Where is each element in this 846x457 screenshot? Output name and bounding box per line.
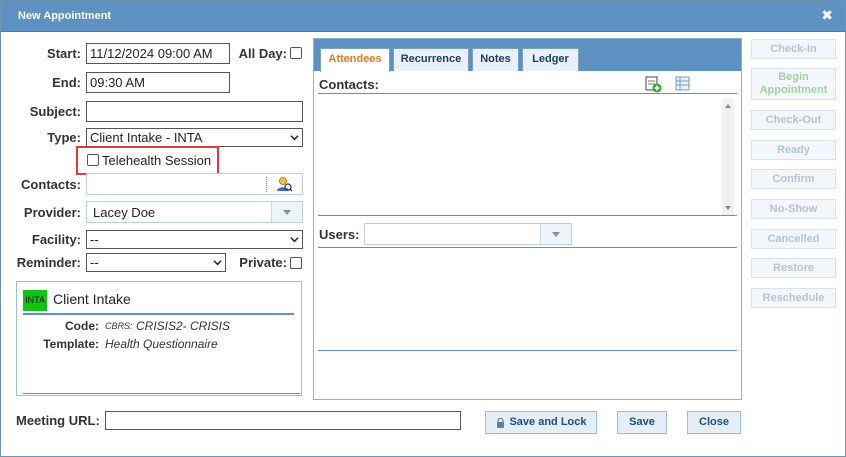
users-list[interactable] [318,248,737,350]
users-bottom-line [318,350,737,351]
tab-ledger[interactable]: Ledger [522,48,579,71]
tab-strip: Attendees Recurrence Notes Ledger [314,39,741,72]
provider-dropdown-button[interactable] [271,202,302,222]
save-and-lock-label: Save and Lock [509,416,587,428]
attendees-contacts-label: Contacts: [319,77,379,92]
allday-checkbox[interactable] [290,47,302,59]
start-datetime-input[interactable]: 11/12/2024 09:00 AM [86,43,230,64]
contacts-list-icon[interactable] [675,76,690,91]
private-checkbox[interactable] [290,257,302,269]
tab-notes[interactable]: Notes [472,48,519,71]
scroll-up-icon[interactable] [725,104,731,108]
tab-recurrence[interactable]: Recurrence [393,48,469,71]
attendees-tabpanel: Attendees Recurrence Notes Ledger Contac… [313,38,742,400]
contact-lookup-icon[interactable] [276,176,292,192]
contacts-divider [266,177,267,192]
chevron-down-icon [290,135,299,141]
ready-button[interactable]: Ready [751,140,836,160]
end-label: End: [52,75,81,90]
users-combobox[interactable] [364,223,572,245]
start-label: Start: [47,46,81,61]
new-appointment-dialog: New Appointment ✖ Start: 11/12/2024 09:0… [0,0,846,457]
meeting-url-label: Meeting URL: [16,413,100,428]
type-name: Client Intake [53,291,131,307]
tab-attendees[interactable]: Attendees [320,48,390,72]
facility-select[interactable]: -- [86,230,303,249]
check-in-button[interactable]: Check-In [751,39,836,59]
subject-input[interactable] [86,101,303,122]
template-label: Template: [43,337,99,351]
save-and-lock-button[interactable]: Save and Lock [485,411,597,434]
provider-value: Lacey Doe [93,205,156,220]
type-label: Type: [47,130,81,145]
type-select-value: Client Intake - INTA [90,130,203,145]
contacts-bottom-line [318,215,737,216]
add-contact-icon[interactable] [644,75,662,93]
reminder-select-value: -- [90,255,99,270]
contacts-input[interactable] [86,173,303,195]
facility-select-value: -- [90,232,99,247]
check-out-button[interactable]: Check-Out [751,110,836,130]
code-value: CRISIS2- CRISIS [136,319,231,333]
telehealth-label[interactable]: Telehealth Session [102,153,211,168]
telehealth-checkbox[interactable] [87,154,99,166]
lock-icon [497,418,504,428]
provider-label: Provider: [23,205,81,220]
dialog-title: New Appointment [18,10,112,22]
code-label: Code: [65,319,99,333]
reminder-label: Reminder: [16,255,81,270]
template-value: Health Questionnaire [105,337,218,351]
type-divider [23,313,294,315]
appointment-type-info: INTA Client Intake Code: CBRS: CRISIS2- … [16,281,302,396]
end-time-input[interactable]: 09:30 AM [86,72,230,93]
contacts-list[interactable] [318,94,737,215]
users-dropdown-button[interactable] [540,224,571,244]
subject-label: Subject: [29,104,81,119]
contacts-label: Contacts: [21,177,81,192]
infobox-bottom-line [23,393,300,394]
reschedule-button[interactable]: Reschedule [751,288,836,308]
chevron-down-icon [290,237,299,243]
save-button[interactable]: Save [617,411,667,434]
meeting-url-input[interactable] [105,411,461,430]
private-label: Private: [239,255,287,270]
chevron-down-icon [213,260,222,266]
close-button[interactable]: Close [687,411,741,434]
allday-label: All Day: [238,46,287,61]
provider-combobox[interactable]: Lacey Doe [86,201,303,223]
scroll-down-icon[interactable] [725,206,731,210]
close-icon[interactable]: ✖ [821,8,833,22]
reminder-select[interactable]: -- [86,253,226,272]
users-label: Users: [319,227,360,242]
type-badge: INTA [23,290,47,311]
confirm-button[interactable]: Confirm [751,169,836,189]
type-select[interactable]: Client Intake - INTA [86,128,303,147]
restore-button[interactable]: Restore [751,258,836,278]
dialog-titlebar: New Appointment ✖ [1,1,845,32]
cancelled-button[interactable]: Cancelled [751,229,836,249]
code-prefix: CBRS: [105,321,133,331]
contacts-scrollbar[interactable] [722,98,734,215]
no-show-button[interactable]: No-Show [751,199,836,219]
facility-label: Facility: [31,232,81,247]
begin-appointment-button[interactable]: Begin Appointment [751,68,836,100]
